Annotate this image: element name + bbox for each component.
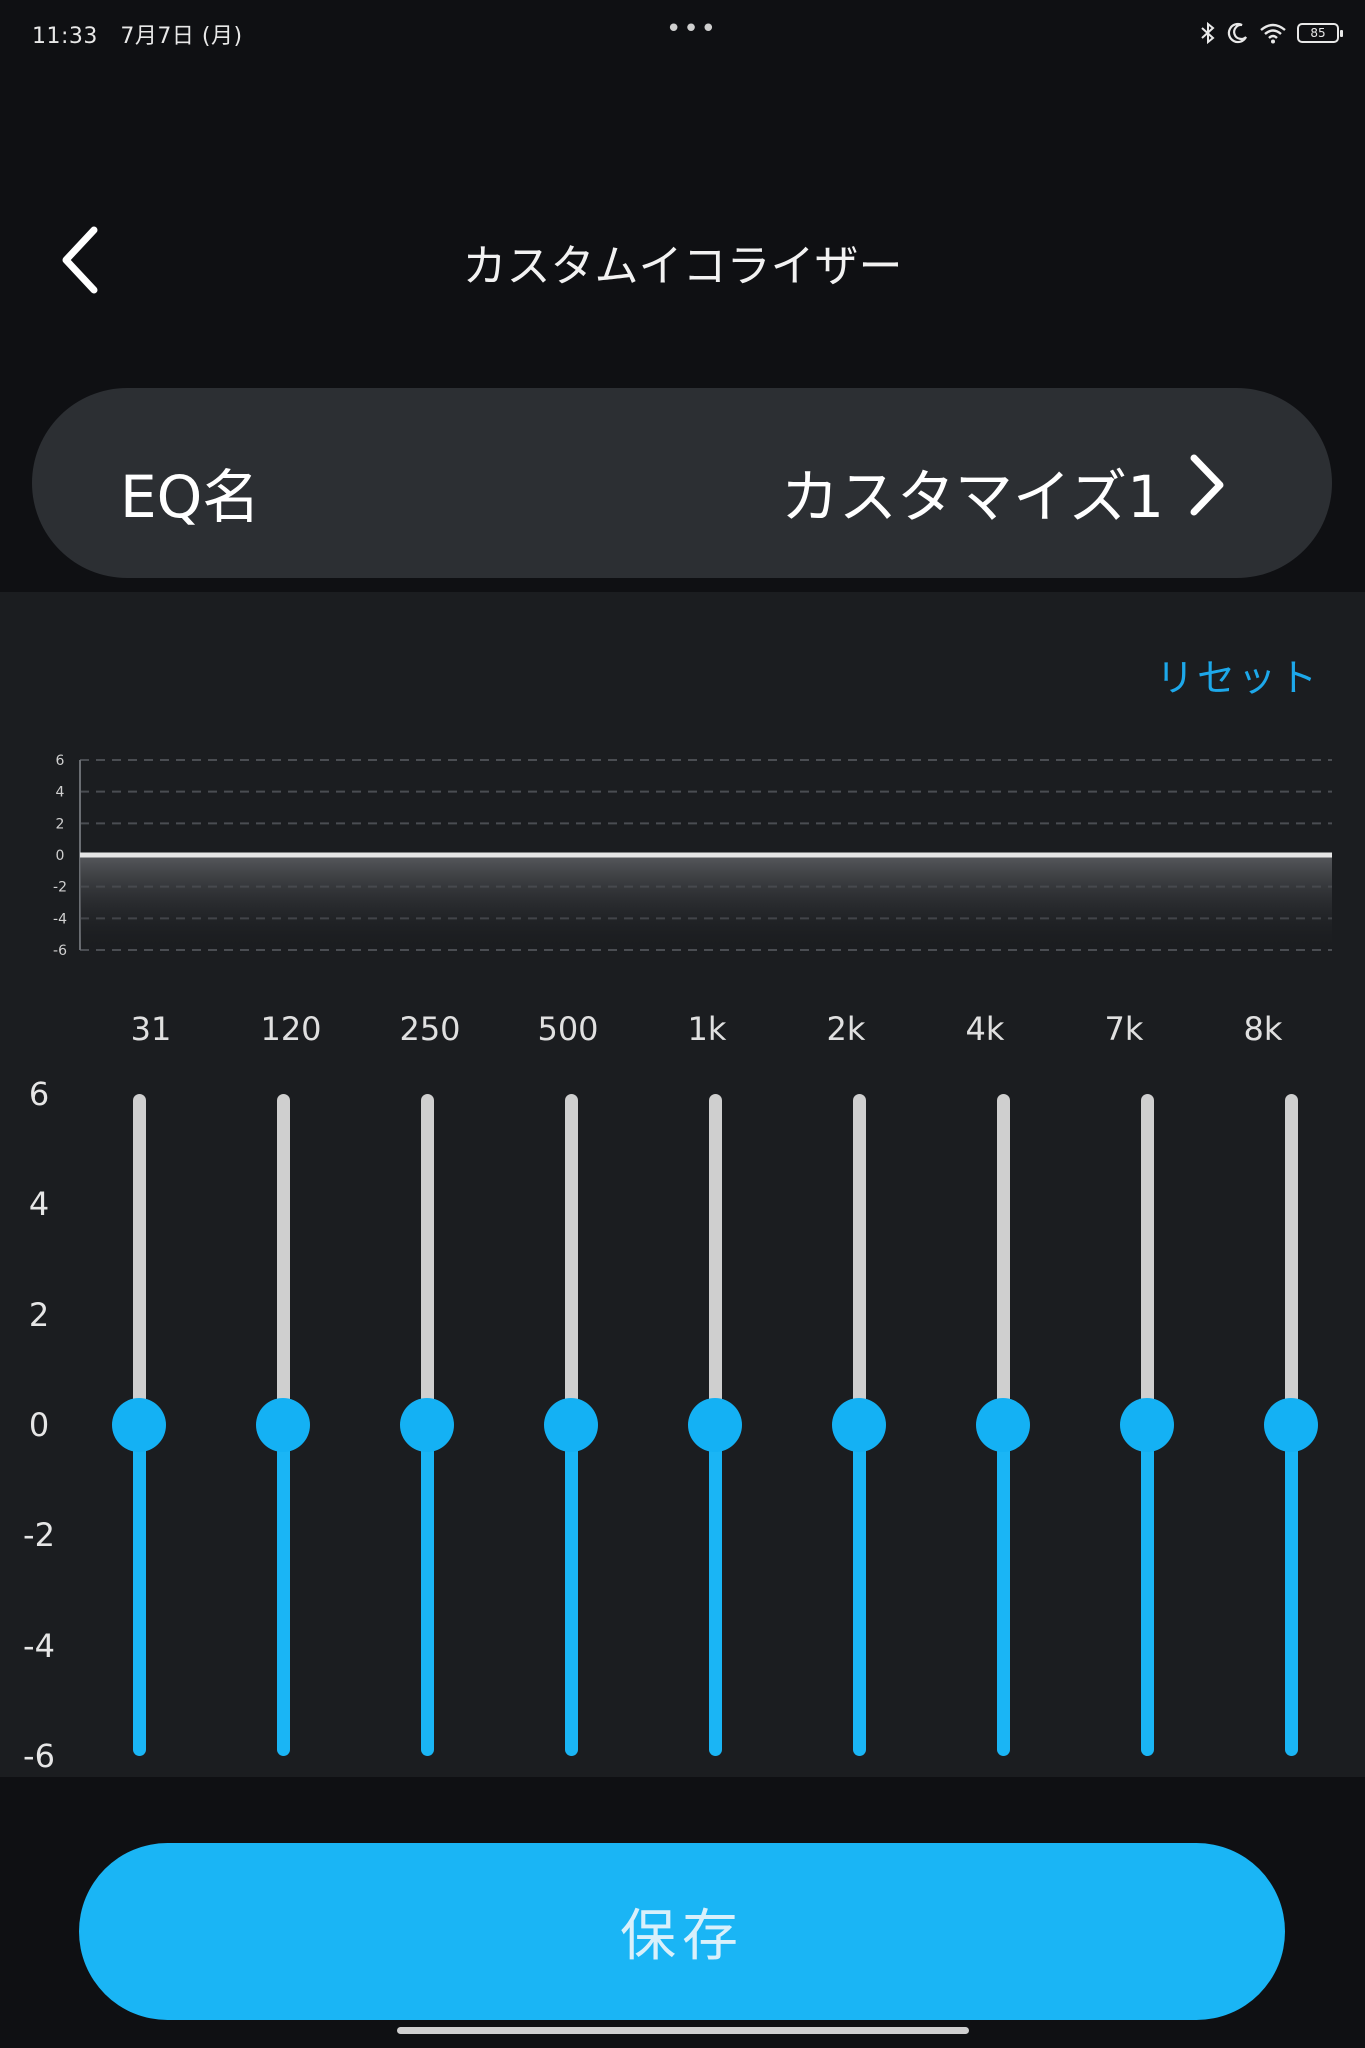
reset-button[interactable]: リセット bbox=[1156, 647, 1320, 702]
slider-scale-label: -2 bbox=[23, 1516, 55, 1555]
save-button[interactable]: 保存 bbox=[79, 1843, 1285, 2020]
moon-icon bbox=[1227, 22, 1247, 44]
eq-curve-fill bbox=[80, 855, 1332, 950]
wifi-icon bbox=[1260, 23, 1286, 44]
graph-db-label: -6 bbox=[53, 943, 67, 959]
graph-db-label: 6 bbox=[56, 753, 65, 769]
slider-track-filled bbox=[709, 1425, 722, 1756]
frequency-label: 250 bbox=[399, 1010, 461, 1048]
slider-scale-label: 0 bbox=[28, 1406, 50, 1444]
slider-thumb[interactable] bbox=[400, 1398, 454, 1452]
eq-slider-120[interactable] bbox=[253, 1094, 313, 1756]
frequency-label: 1k bbox=[687, 1010, 727, 1048]
slider-scale-label: 6 bbox=[28, 1075, 50, 1113]
status-date: 7月7日 (月) bbox=[120, 24, 243, 49]
status-bar: 11:33 7月7日 (月) ••• 85 bbox=[0, 0, 1365, 66]
graph-db-label: -4 bbox=[53, 911, 67, 927]
header: カスタムイコライザー bbox=[0, 190, 1365, 330]
slider-scale-label: -4 bbox=[23, 1626, 55, 1665]
slider-track-upper bbox=[277, 1094, 290, 1425]
battery-icon: 85 bbox=[1297, 23, 1343, 43]
eq-name-row[interactable]: EQ名 カスタマイズ1 bbox=[32, 388, 1332, 578]
graph-db-label: 2 bbox=[56, 816, 65, 832]
slider-thumb[interactable] bbox=[1264, 1398, 1318, 1452]
frequency-label: 8k bbox=[1243, 1010, 1283, 1048]
slider-thumb[interactable] bbox=[112, 1398, 166, 1452]
slider-thumb[interactable] bbox=[544, 1398, 598, 1452]
slider-thumb[interactable] bbox=[256, 1398, 310, 1452]
eq-slider-500[interactable] bbox=[541, 1094, 601, 1756]
graph-db-label: 4 bbox=[56, 785, 65, 801]
slider-track-upper bbox=[709, 1094, 722, 1425]
slider-track-filled bbox=[1285, 1425, 1298, 1756]
slider-scale-label: 4 bbox=[28, 1185, 50, 1224]
chevron-right-icon bbox=[1190, 454, 1224, 516]
bluetooth-icon bbox=[1201, 21, 1215, 45]
eq-name-label: EQ名 bbox=[120, 463, 261, 531]
status-icons: 85 bbox=[1199, 18, 1343, 48]
slider-track-upper bbox=[1285, 1094, 1298, 1425]
slider-scale-label: 2 bbox=[28, 1295, 50, 1334]
slider-track-filled bbox=[1141, 1425, 1154, 1756]
slider-track-upper bbox=[421, 1094, 434, 1425]
page-title: カスタムイコライザー bbox=[462, 241, 903, 292]
slider-thumb[interactable] bbox=[976, 1398, 1030, 1452]
slider-track-upper bbox=[853, 1094, 866, 1425]
eq-slider-2k[interactable] bbox=[829, 1094, 889, 1756]
eq-slider-7k[interactable] bbox=[1117, 1094, 1177, 1756]
eq-slider-1k[interactable] bbox=[685, 1094, 745, 1756]
status-more-dots: ••• bbox=[666, 14, 719, 44]
frequency-label: 7k bbox=[1104, 1010, 1144, 1048]
frequency-label: 31 bbox=[130, 1010, 172, 1048]
slider-track-filled bbox=[133, 1425, 146, 1756]
slider-thumb[interactable] bbox=[832, 1398, 886, 1452]
slider-track-filled bbox=[565, 1425, 578, 1756]
slider-track-upper bbox=[997, 1094, 1010, 1425]
home-indicator bbox=[397, 2027, 969, 2034]
frequency-label: 2k bbox=[826, 1010, 866, 1048]
eq-slider-250[interactable] bbox=[397, 1094, 457, 1756]
slider-track-filled bbox=[277, 1425, 290, 1756]
slider-track-filled bbox=[421, 1425, 434, 1756]
status-clock: 11:33 bbox=[32, 24, 98, 49]
frequency-label: 500 bbox=[537, 1010, 599, 1048]
eq-slider-4k[interactable] bbox=[973, 1094, 1033, 1756]
slider-track-upper bbox=[565, 1094, 578, 1425]
slider-track-upper bbox=[1141, 1094, 1154, 1425]
slider-track-filled bbox=[853, 1425, 866, 1756]
frequency-label: 120 bbox=[260, 1010, 322, 1048]
status-time: 11:33 7月7日 (月) bbox=[32, 18, 243, 50]
slider-thumb[interactable] bbox=[688, 1398, 742, 1452]
graph-db-label: -2 bbox=[53, 880, 67, 896]
slider-thumb[interactable] bbox=[1120, 1398, 1174, 1452]
slider-track-upper bbox=[133, 1094, 146, 1425]
eq-curve-graph: 6 4 2 0 -2 -4 -6 bbox=[53, 753, 1332, 959]
slider-scale-label: -6 bbox=[23, 1737, 55, 1775]
eq-slider-31[interactable] bbox=[109, 1094, 169, 1756]
eq-name-value: カスタマイズ1 bbox=[780, 463, 1164, 531]
slider-track-filled bbox=[997, 1425, 1010, 1756]
eq-slider-8k[interactable] bbox=[1261, 1094, 1321, 1756]
graph-db-label: 0 bbox=[56, 848, 65, 864]
frequency-label: 4k bbox=[965, 1010, 1005, 1048]
